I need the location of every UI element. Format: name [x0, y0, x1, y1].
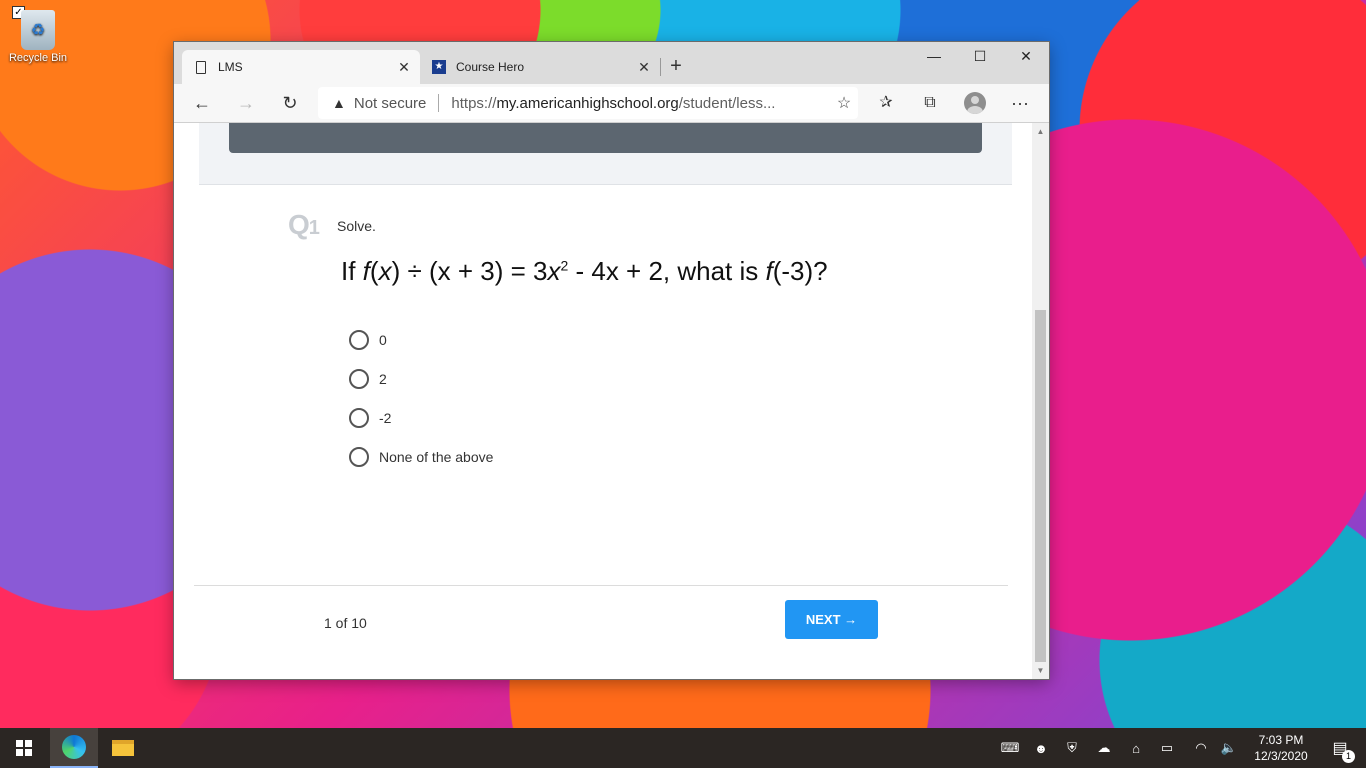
address-divider — [438, 94, 440, 112]
choice-option[interactable]: 0 — [349, 320, 493, 359]
people-icon[interactable]: ☻ — [1026, 728, 1056, 768]
meet-now-icon[interactable]: ⌂ — [1121, 728, 1151, 768]
radio-button[interactable] — [349, 446, 369, 467]
notification-badge: 1 — [1342, 750, 1355, 763]
tab-close-icon[interactable]: ✕ — [394, 59, 414, 76]
course-hero-icon: ★ — [432, 60, 446, 74]
notification-center-icon[interactable]: ▤ 1 — [1320, 728, 1360, 768]
taskbar-file-explorer[interactable] — [99, 728, 147, 768]
footer-divider — [194, 585, 1008, 586]
tab-divider — [660, 58, 661, 76]
header-bar — [229, 123, 982, 153]
clock-time: 7:03 PM — [1258, 733, 1304, 747]
windows-logo-icon — [16, 740, 32, 756]
avatar-icon — [964, 92, 986, 114]
close-window-icon[interactable]: ✕ — [1003, 42, 1049, 72]
maximize-icon[interactable]: ☐ — [957, 42, 1003, 72]
scroll-thumb[interactable] — [1035, 310, 1046, 662]
profile-avatar[interactable] — [960, 88, 990, 118]
question-instruction: Solve. — [337, 218, 376, 234]
battery-icon[interactable]: ▭ — [1152, 728, 1182, 768]
security-label[interactable]: Not secure — [354, 95, 427, 112]
minimize-icon[interactable]: — — [911, 42, 957, 72]
system-clock[interactable]: 7:03 PM 12/3/2020 — [1246, 732, 1316, 764]
folder-icon — [112, 740, 134, 756]
edge-browser-icon — [62, 735, 86, 759]
tab-title: Course Hero — [456, 60, 525, 74]
vertical-scrollbar[interactable]: ▲ ▼ — [1032, 123, 1049, 679]
start-button[interactable] — [0, 728, 48, 768]
taskbar: ⌨ ☻ ⛨ ☁ ⌂ ▭ ◠ 🔈 7:03 PM 12/3/2020 ▤ 1 — [0, 728, 1366, 768]
browser-toolbar: ← → ↻ ▲ Not secure https://my.americanhi… — [174, 84, 1049, 123]
more-options-icon[interactable]: ··· — [1005, 88, 1035, 118]
next-button[interactable]: NEXT → — [785, 600, 878, 639]
new-tab-icon[interactable]: + — [664, 54, 688, 78]
tab-course-hero[interactable]: ★ Course Hero ✕ — [420, 50, 660, 84]
arrow-right-icon: → — [844, 612, 858, 627]
page-content: Q1 Solve. If f(x) ÷ (x + 3) = 3x2 - 4x +… — [174, 123, 1032, 679]
page-counter: 1 of 10 — [324, 615, 367, 631]
wifi-icon[interactable]: ◠ — [1186, 728, 1216, 768]
page-icon — [194, 60, 208, 74]
recycle-bin-label: Recycle Bin — [8, 52, 68, 64]
taskbar-edge[interactable] — [50, 728, 98, 768]
radio-button[interactable] — [349, 368, 369, 389]
favorites-icon[interactable]: ✰ — [871, 88, 901, 118]
question-text: If f(x) ÷ (x + 3) = 3x2 - 4x + 2, what i… — [341, 256, 828, 286]
clock-date: 12/3/2020 — [1254, 749, 1308, 763]
next-label: NEXT — [805, 612, 841, 627]
address-bar[interactable]: ▲ Not secure https://my.americanhighscho… — [318, 87, 858, 119]
choice-label: -2 — [379, 409, 392, 426]
onedrive-cloud-icon[interactable]: ☁ — [1089, 728, 1119, 768]
answer-choices: 0 2 -2 None of the above — [349, 320, 493, 476]
choice-label: 0 — [379, 331, 387, 348]
favorite-star-icon[interactable]: ☆ — [830, 93, 858, 113]
choice-label: 2 — [379, 370, 387, 387]
security-shield-icon[interactable]: ⛨ — [1057, 728, 1087, 768]
tab-bar: LMS ✕ ★ Course Hero ✕ + — ☐ ✕ — [174, 42, 1049, 84]
volume-icon[interactable]: 🔈 — [1214, 728, 1244, 768]
forward-icon[interactable]: → — [231, 88, 261, 118]
header-panel — [199, 123, 1012, 185]
choice-label: None of the above — [379, 448, 494, 465]
choice-option[interactable]: -2 — [349, 398, 493, 437]
tab-lms[interactable]: LMS ✕ — [182, 50, 420, 84]
scroll-down-icon[interactable]: ▼ — [1032, 662, 1049, 679]
recycle-bin-shortcut[interactable]: ✓ Recycle Bin — [4, 6, 72, 64]
keyboard-icon[interactable]: ⌨ — [995, 728, 1025, 768]
radio-button[interactable] — [349, 329, 369, 350]
tab-title: LMS — [218, 60, 243, 74]
refresh-icon[interactable]: ↻ — [275, 88, 305, 118]
tab-close-icon[interactable]: ✕ — [634, 59, 654, 76]
radio-button[interactable] — [349, 407, 369, 428]
question-number: Q1 — [288, 209, 320, 240]
collections-icon[interactable]: ⧉ — [915, 88, 945, 118]
url-text[interactable]: https://my.americanhighschool.org/studen… — [451, 95, 830, 112]
scroll-up-icon[interactable]: ▲ — [1032, 123, 1049, 140]
choice-option[interactable]: 2 — [349, 359, 493, 398]
back-icon[interactable]: ← — [187, 88, 217, 118]
recycle-bin-icon — [21, 10, 55, 50]
warning-icon: ▲ — [332, 95, 346, 111]
browser-window: LMS ✕ ★ Course Hero ✕ + — ☐ ✕ ← → ↻ ▲ No… — [174, 42, 1049, 679]
choice-option[interactable]: None of the above — [349, 437, 493, 476]
